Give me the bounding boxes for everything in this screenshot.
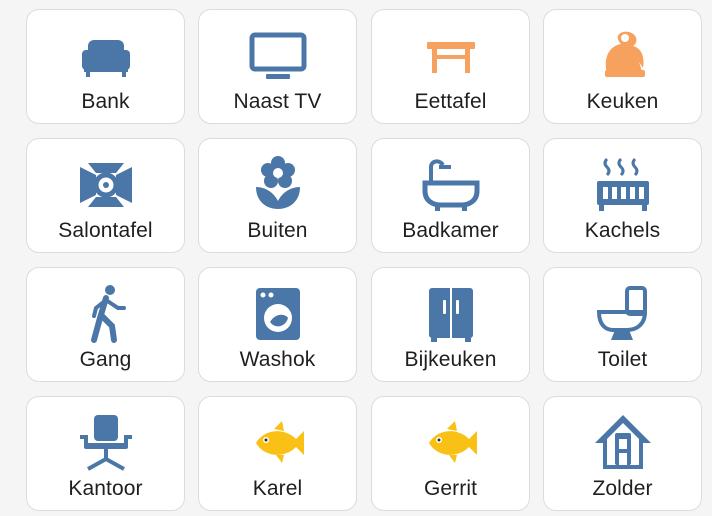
tile-label: Eettafel	[414, 90, 487, 113]
tile-naast-tv[interactable]: Naast TV	[198, 9, 357, 124]
tile-label: Salontafel	[58, 219, 153, 242]
tile-label: Karel	[252, 477, 303, 500]
tile-bank[interactable]: Bank	[26, 9, 185, 124]
tile-buiten[interactable]: Buiten	[198, 138, 357, 253]
radiator-icon	[591, 153, 655, 217]
spotlight-icon	[74, 153, 138, 217]
tile-label: Washok	[239, 348, 316, 371]
house-attic-icon	[591, 411, 655, 475]
sofa-icon	[74, 24, 138, 88]
tile-label: Naast TV	[233, 90, 322, 113]
tile-label: Bank	[81, 90, 130, 113]
bathtub-icon	[419, 153, 483, 217]
tile-label: Zolder	[592, 477, 653, 500]
television-icon	[246, 24, 310, 88]
toilet-icon	[591, 282, 655, 346]
tile-badkamer[interactable]: Badkamer	[371, 138, 530, 253]
fridge-icon	[419, 282, 483, 346]
tile-label: Bijkeuken	[404, 348, 497, 371]
tile-salontafel[interactable]: Salontafel	[26, 138, 185, 253]
tile-gerrit[interactable]: Gerrit	[371, 396, 530, 511]
fish-icon	[246, 411, 310, 475]
office-chair-icon	[74, 411, 138, 475]
tile-eettafel[interactable]: Eettafel	[371, 9, 530, 124]
tile-gang[interactable]: Gang	[26, 267, 185, 382]
tile-label: Buiten	[247, 219, 308, 242]
tile-washok[interactable]: Washok	[198, 267, 357, 382]
tile-label: Badkamer	[402, 219, 499, 242]
tile-label: Kantoor	[68, 477, 143, 500]
kettle-icon	[591, 24, 655, 88]
room-tile-grid: Bank Naast TV Eettafel Keuken Salontafel	[0, 0, 712, 516]
tile-label: Toilet	[597, 348, 648, 371]
fish-icon	[419, 411, 483, 475]
table-icon	[419, 24, 483, 88]
tile-zolder[interactable]: Zolder	[543, 396, 702, 511]
tile-keuken[interactable]: Keuken	[543, 9, 702, 124]
tile-bijkeuken[interactable]: Bijkeuken	[371, 267, 530, 382]
tile-label: Gang	[79, 348, 132, 371]
tile-label: Gerrit	[423, 477, 478, 500]
tile-kantoor[interactable]: Kantoor	[26, 396, 185, 511]
flower-icon	[246, 153, 310, 217]
tile-toilet[interactable]: Toilet	[543, 267, 702, 382]
tile-label: Keuken	[586, 90, 659, 113]
tile-kachels[interactable]: Kachels	[543, 138, 702, 253]
tile-label: Kachels	[584, 219, 661, 242]
walking-person-icon	[74, 282, 138, 346]
tile-karel[interactable]: Karel	[198, 396, 357, 511]
washing-machine-icon	[246, 282, 310, 346]
